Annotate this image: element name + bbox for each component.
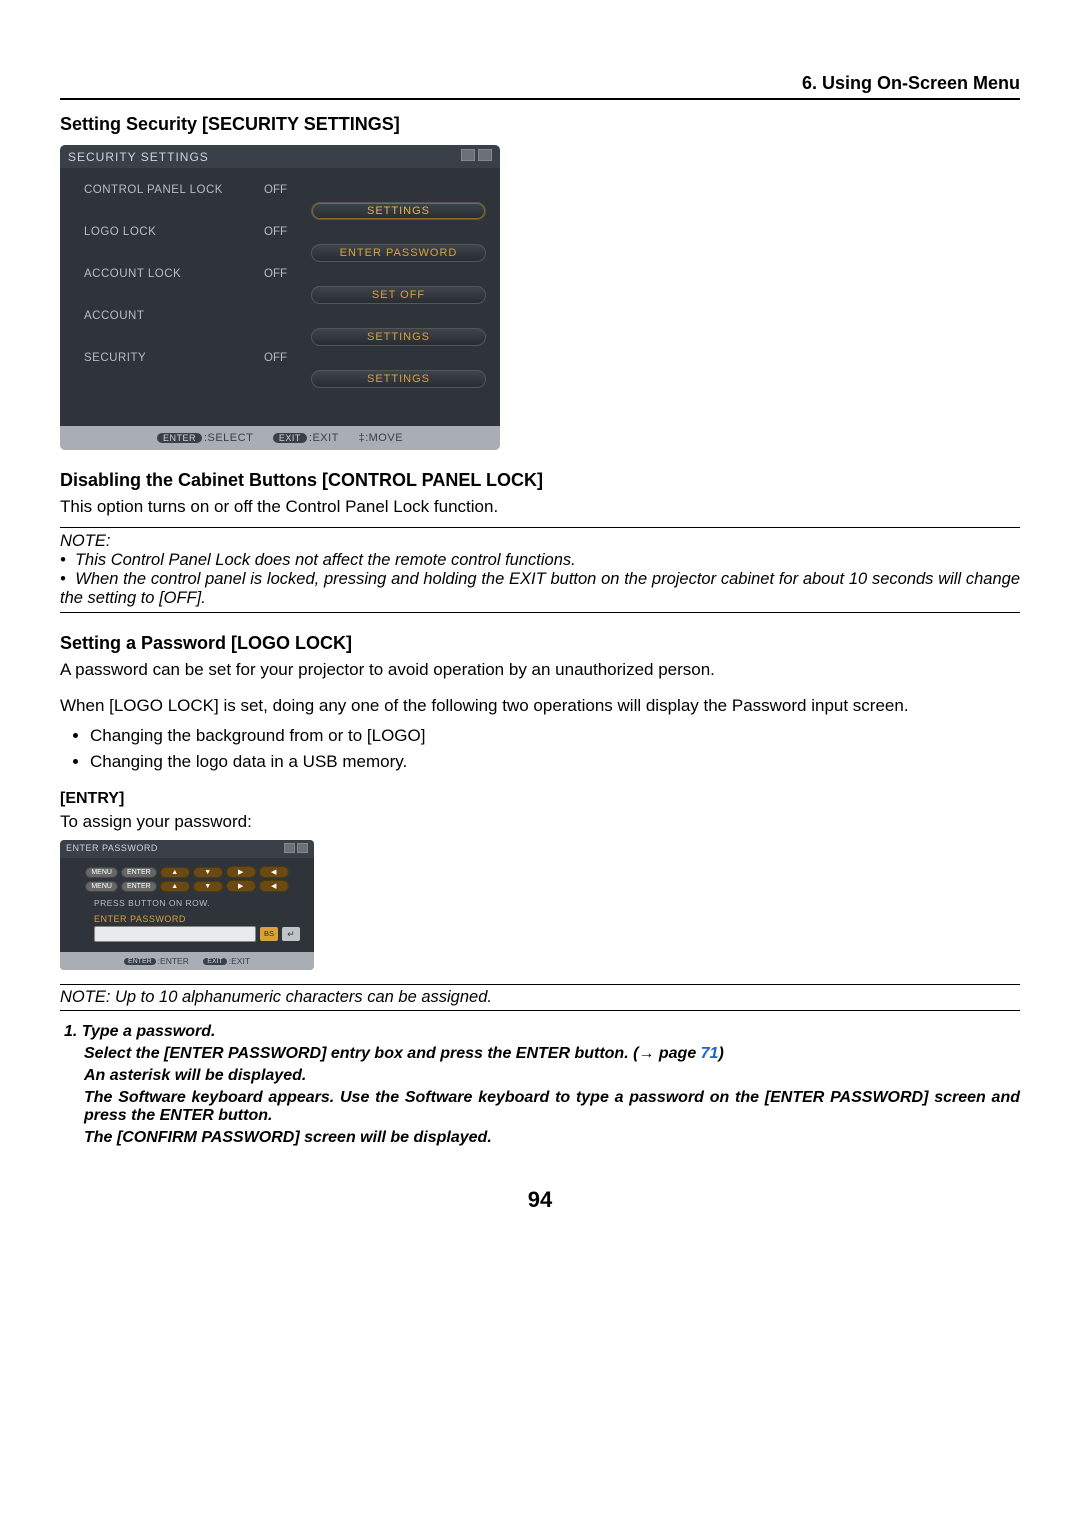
- kbd-pill[interactable]: MENU: [85, 867, 118, 878]
- osd-label: LOGO LOCK: [84, 226, 264, 238]
- chapter-title: 6. Using On-Screen Menu: [802, 73, 1020, 94]
- divider: [60, 612, 1020, 613]
- osd-label: ACCOUNT LOCK: [84, 268, 264, 280]
- exit-label: :EXIT: [309, 432, 339, 444]
- osd-value: OFF: [264, 268, 314, 280]
- osd-value: OFF: [264, 226, 314, 238]
- kbd-pill-up-icon[interactable]: ▲: [160, 881, 190, 892]
- kbd-title-icons: [282, 843, 308, 855]
- logo-lock-bullets: Changing the background from or to [LOGO…: [60, 726, 1020, 772]
- kbd-section-label: ENTER PASSWORD: [94, 914, 308, 924]
- step-text: The Software keyboard appears. Use the S…: [84, 1089, 1020, 1125]
- note-label: NOTE:: [60, 532, 1020, 551]
- osd-row-account: ACCOUNT: [84, 310, 486, 322]
- kbd-pill-up-icon[interactable]: ▲: [160, 867, 190, 878]
- exit-pill: EXIT: [203, 958, 227, 965]
- osd-title-icons: [458, 149, 492, 164]
- kbd-pill-left-icon[interactable]: ◀: [259, 866, 289, 878]
- osd-row-logo-lock: LOGO LOCK OFF: [84, 226, 486, 238]
- enter-pill: ENTER: [157, 433, 202, 443]
- body-text: When [LOGO LOCK] is set, doing any one o…: [60, 696, 1020, 716]
- enter-button[interactable]: ↵: [282, 927, 300, 941]
- body-text: This option turns on or off the Control …: [60, 497, 1020, 517]
- osd-row-security: SECURITY OFF: [84, 352, 486, 364]
- kbd-message: PRESS BUTTON ON ROW.: [94, 898, 308, 908]
- step-text: The [CONFIRM PASSWORD] screen will be di…: [84, 1129, 1020, 1147]
- kbd-pill-down-icon[interactable]: ▼: [193, 881, 223, 892]
- kbd-pill[interactable]: ENTER: [121, 867, 157, 878]
- entry-label: [ENTRY]: [60, 790, 1020, 808]
- osd-row-account-lock: ACCOUNT LOCK OFF: [84, 268, 486, 280]
- step-text: An asterisk will be displayed.: [84, 1067, 1020, 1085]
- kbd-pill-right-icon[interactable]: ▶: [226, 866, 256, 878]
- osd-button-account-settings[interactable]: SETTINGS: [311, 328, 486, 346]
- osd-button-enter-password[interactable]: ENTER PASSWORD: [311, 244, 486, 262]
- step-text: Select the [ENTER PASSWORD] entry box an…: [84, 1045, 1020, 1063]
- kbd-title: ENTER PASSWORD: [66, 843, 158, 855]
- osd-label: ACCOUNT: [84, 310, 264, 322]
- osd-row-control-panel-lock: CONTROL PANEL LOCK OFF: [84, 184, 486, 196]
- osd-value: OFF: [264, 352, 314, 364]
- kbd-top-pills: MENU ENTER ▲ ▼ ▶ ◀: [66, 866, 308, 878]
- step-title: 1. Type a password.: [64, 1023, 1020, 1041]
- note-char-limit: NOTE: Up to 10 alphanumeric characters c…: [60, 984, 1020, 1011]
- enter-pill: ENTER: [124, 958, 156, 965]
- divider: [60, 527, 1020, 528]
- osd-label: SECURITY: [84, 352, 264, 364]
- header-rule: 6. Using On-Screen Menu: [60, 70, 1020, 100]
- osd-body: CONTROL PANEL LOCK OFF SETTINGS LOGO LOC…: [60, 168, 500, 426]
- osd-button-set-off[interactable]: SET OFF: [311, 286, 486, 304]
- kbd-pill[interactable]: ENTER: [121, 881, 157, 892]
- kbd-pill-down-icon[interactable]: ▼: [193, 867, 223, 878]
- osd-button-security-settings[interactable]: SETTINGS: [311, 370, 486, 388]
- osd-button-settings[interactable]: SETTINGS: [311, 202, 486, 220]
- osd-security-panel: SECURITY SETTINGS CONTROL PANEL LOCK OFF…: [60, 145, 500, 450]
- page-ref-link[interactable]: 71: [701, 1045, 719, 1062]
- osd-titlebar: SECURITY SETTINGS: [60, 145, 500, 168]
- body-text: A password can be set for your projector…: [60, 660, 1020, 680]
- osd-value: OFF: [264, 184, 314, 196]
- backspace-button[interactable]: BS: [260, 927, 278, 941]
- osd-label: CONTROL PANEL LOCK: [84, 184, 264, 196]
- exit-label: :EXIT: [229, 956, 250, 966]
- note-block-1: NOTE: • This Control Panel Lock does not…: [60, 527, 1020, 613]
- kbd-bottom-pills: MENU ENTER ▲ ▼ ▶ ◀: [66, 880, 308, 892]
- exit-pill: EXIT: [273, 433, 307, 443]
- list-item: Changing the logo data in a USB memory.: [90, 752, 1020, 772]
- instruction-list: 1. Type a password. Select the [ENTER PA…: [60, 1023, 1020, 1147]
- move-label: ‡:MOVE: [358, 432, 403, 444]
- kbd-pill[interactable]: MENU: [85, 881, 118, 892]
- kbd-footer: ENTER:ENTER EXIT:EXIT: [60, 952, 314, 970]
- enter-label: :ENTER: [158, 956, 189, 966]
- body-text: To assign your password:: [60, 812, 1020, 832]
- note-bullet: • This Control Panel Lock does not affec…: [60, 551, 1020, 570]
- section-title-security: Setting Security [SECURITY SETTINGS]: [60, 114, 1020, 135]
- osd-title: SECURITY SETTINGS: [68, 150, 209, 164]
- page-number: 94: [60, 1187, 1020, 1213]
- password-input[interactable]: [94, 926, 256, 942]
- kbd-pill-right-icon[interactable]: ▶: [226, 880, 256, 892]
- enter-label: :SELECT: [204, 432, 253, 444]
- list-item: Changing the background from or to [LOGO…: [90, 726, 1020, 746]
- osd-footer: ENTER:SELECT EXIT:EXIT ‡:MOVE: [60, 426, 500, 450]
- note-bullet: • When the control panel is locked, pres…: [60, 570, 1020, 608]
- kbd-body: MENU ENTER ▲ ▼ ▶ ◀ MENU ENTER ▲ ▼ ▶ ◀ PR…: [60, 858, 314, 952]
- kbd-input-row: BS ↵: [94, 926, 300, 942]
- section-title-logo-lock: Setting a Password [LOGO LOCK]: [60, 633, 1020, 654]
- kbd-titlebar: ENTER PASSWORD: [60, 840, 314, 858]
- kbd-enter-password-panel: ENTER PASSWORD MENU ENTER ▲ ▼ ▶ ◀ MENU E…: [60, 840, 314, 970]
- section-title-control-panel-lock: Disabling the Cabinet Buttons [CONTROL P…: [60, 470, 1020, 491]
- kbd-pill-left-icon[interactable]: ◀: [259, 880, 289, 892]
